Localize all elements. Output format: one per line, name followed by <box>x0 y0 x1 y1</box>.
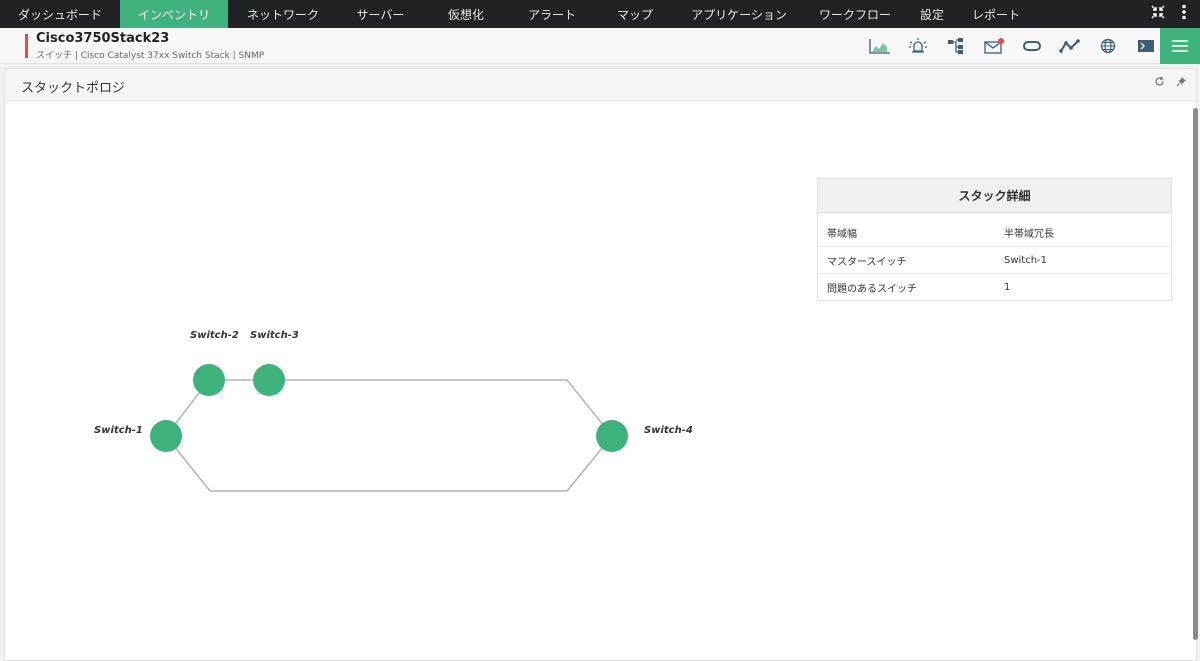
stack-details-table: スタック詳細 帯域幅 半帯域冗長 マスタースイッチ Switch-1 問題のある… <box>817 178 1172 301</box>
switch-2-label: Switch-2 <box>190 330 239 341</box>
table-row: 問題のあるスイッチ 1 <box>818 273 1171 300</box>
switch-3-node[interactable] <box>253 364 285 396</box>
detail-key: マスタースイッチ <box>827 256 907 268</box>
table-row: 帯域幅 半帯域冗長 <box>818 219 1171 246</box>
detail-value: Switch-1 <box>1004 254 1048 266</box>
detail-value: 半帯域冗長 <box>1004 229 1054 240</box>
detail-key: 帯域幅 <box>827 229 857 240</box>
table-row: マスタースイッチ Switch-1 <box>818 246 1171 273</box>
detail-value: 1 <box>1004 281 1011 293</box>
detail-key: 問題のあるスイッチ <box>827 283 917 295</box>
switch-3-label: Switch-3 <box>250 330 299 341</box>
switch-4-node[interactable] <box>596 420 628 452</box>
switch-1-node[interactable] <box>150 420 182 452</box>
stack-details-title: スタック詳細 <box>818 179 1171 213</box>
stack-topology-diagram: Switch-1 Switch-2 Switch-3 Switch-4 <box>94 330 693 492</box>
switch-1-label: Switch-1 <box>94 425 143 436</box>
switch-2-node[interactable] <box>193 364 225 396</box>
panel-scrollbar[interactable] <box>1193 108 1198 640</box>
switch-4-label: Switch-4 <box>644 425 693 436</box>
stack-ring <box>165 379 613 492</box>
